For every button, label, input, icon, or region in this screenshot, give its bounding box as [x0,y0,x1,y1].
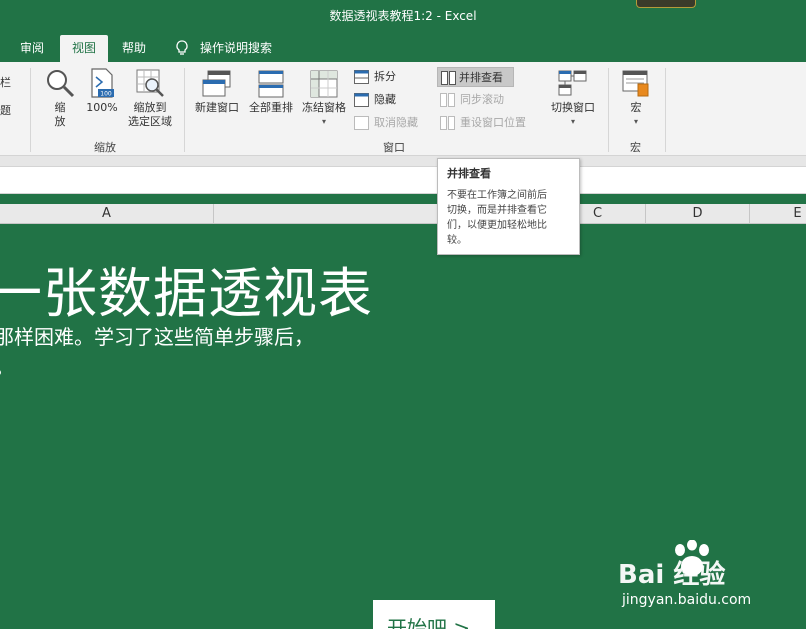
unhide-icon [354,116,369,130]
tooltip-title: 并排查看 [447,167,491,180]
group-separator [665,68,666,152]
ribbon-gap [0,156,806,166]
macros-group-label: 宏 [630,141,641,154]
zoom-label-2: 放 [54,115,66,128]
window-group-label: 窗口 [383,141,405,154]
new-window-label: 新建窗口 [195,101,239,114]
group-separator [608,68,609,152]
hide-icon [354,93,369,107]
reset-position-icon [440,116,455,130]
sync-scroll-label: 同步滚动 [460,93,504,106]
side-by-side-icon [441,71,456,85]
tell-me-search[interactable]: 操作说明搜索 [200,35,290,62]
switch-windows-button[interactable]: 切换窗口 ▾ [545,70,601,129]
zoom-button[interactable]: 缩 放 [42,68,78,129]
sheet-subtitle-line-1: 那样困难。学习了这些简单步骤后， [0,325,314,349]
split-label: 拆分 [374,70,396,83]
window-title: 数据透视表教程1:2 - Excel [329,9,477,23]
chevron-down-icon: ▾ [321,117,326,126]
synchronous-scrolling-button[interactable]: 同步滚动 [440,90,504,110]
watermark-url: jingyan.baidu.com [622,592,752,608]
reset-position-label: 重设窗口位置 [460,116,526,129]
magnifier-icon [47,70,75,98]
show-group-edge: 栏 题 [0,76,18,118]
unhide-label: 取消隐藏 [374,116,418,129]
arrange-all-icon [258,70,284,98]
arrange-all-button[interactable]: 全部重排 [245,70,297,115]
sync-scroll-icon [440,93,455,107]
zoom-group-label: 缩放 [94,141,116,154]
freeze-panes-button[interactable]: 冻结窗格 ▾ [298,70,350,129]
formula-bar[interactable] [0,166,806,194]
chevron-down-icon: ▾ [570,117,575,126]
start-button[interactable]: 开始吧 > [373,600,495,629]
hide-label: 隐藏 [374,93,396,106]
edge-label-2[interactable]: 题 [0,104,11,117]
arrange-all-label: 全部重排 [249,101,293,114]
tooltip-line: 切换，而是并排查看它 [447,205,547,216]
new-window-icon [202,70,231,97]
tooltip-line: 较。 [447,235,467,246]
chevron-down-icon: ▾ [633,117,638,126]
macros-label: 宏 [630,101,642,114]
switch-windows-icon [558,70,587,96]
zoom-to-selection-button[interactable]: 缩放到 选定区域 [124,68,176,129]
split-icon [354,70,369,84]
switch-windows-label: 切换窗口 [551,101,595,114]
zoom-100-button[interactable]: 100 100% [84,68,120,115]
sheet-subtitle-line-2: 。 [0,351,14,380]
zoom-selection-label-1: 缩放到 [133,101,167,114]
zoom-label-1: 缩 [54,101,66,114]
macros-button[interactable]: 宏 ▾ [618,70,654,129]
sheet-headline: 一张数据透视表 [0,262,373,325]
new-window-button[interactable]: 新建窗口 [191,70,243,115]
document-100-icon: 100 [91,68,114,98]
account-badge[interactable] [636,0,696,8]
reset-window-position-button[interactable]: 重设窗口位置 [440,113,526,133]
unhide-button[interactable]: 取消隐藏 [354,113,418,133]
ribbon-tab-bar: 审阅 视图 帮助 操作说明搜索 [0,32,806,62]
edge-label-1[interactable]: 栏 [0,76,11,89]
split-button[interactable]: 拆分 [354,67,396,87]
tab-help[interactable]: 帮助 [116,35,152,62]
column-headers: A C D E [0,204,806,224]
group-separator [30,68,31,152]
side-by-side-tooltip: 并排查看 不要在工作簿之间前后 切换，而是并排查看它 们，以便更加轻松地比 较。 [437,158,580,255]
freeze-panes-label: 冻结窗格 [302,101,346,114]
zoom-100-icon-text: 100 [100,91,112,98]
group-separator [184,68,185,152]
column-header-d[interactable]: D [646,204,750,224]
tooltip-line: 不要在工作簿之间前后 [447,190,547,201]
freeze-panes-icon [310,70,338,98]
macros-icon [622,70,649,97]
view-side-by-side-button[interactable]: 并排查看 [437,67,514,87]
zoom-selection-icon [136,69,164,97]
side-by-side-label: 并排查看 [459,71,503,84]
tab-view[interactable]: 视图 [60,35,108,62]
tab-review[interactable]: 审阅 [14,35,50,62]
column-header-a[interactable]: A [0,204,214,224]
zoom-100-label: 100% [86,101,118,114]
ribbon-view: 栏 题 缩 放 100 100% 缩放到 选定区域 缩放 新建窗口 全部重排 冻… [0,62,806,156]
column-header-e[interactable]: E [750,204,806,224]
title-bar: 数据透视表教程1:2 - Excel [0,0,806,32]
lightbulb-icon [176,40,188,55]
watermark-logo-text: Bai 经验 [618,560,726,590]
tooltip-line: 们，以便更加轻松地比 [447,220,547,231]
baidu-jingyan-watermark: Bai 经验 jingyan.baidu.com [616,540,766,615]
hide-button[interactable]: 隐藏 [354,90,396,110]
zoom-selection-label-2: 选定区域 [128,115,172,128]
